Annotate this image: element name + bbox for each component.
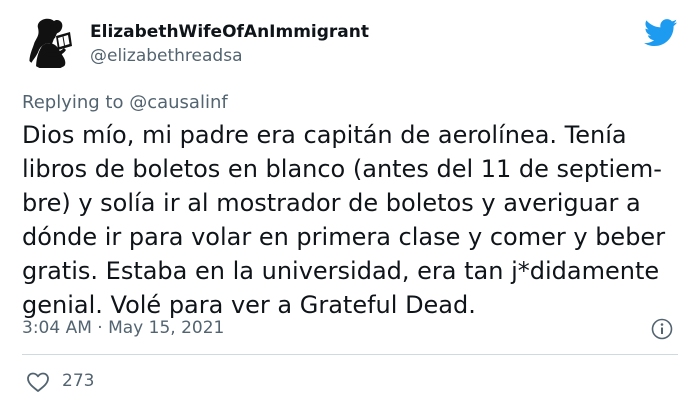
tweet-text: Dios mío, mi padre era capitán de aerolí… (22, 121, 666, 319)
user-handle[interactable]: @elizabethreadsa (90, 46, 243, 66)
like-count: 273 (62, 371, 95, 391)
reply-mention-link[interactable]: @causalinf (129, 92, 228, 113)
display-name[interactable]: ElizabethWifeOfAnImmigrant (90, 22, 369, 42)
info-icon[interactable] (651, 318, 673, 340)
tweet-timestamp[interactable]: 3:04 AM · May 15, 2021 (22, 318, 224, 338)
divider (22, 354, 678, 355)
reply-prefix: Replying to (22, 92, 124, 113)
reply-context: Replying to @causalinf (22, 92, 228, 113)
reader-silhouette-icon (29, 18, 72, 68)
avatar[interactable] (22, 14, 78, 70)
twitter-bird-icon[interactable] (644, 19, 678, 47)
heart-icon[interactable] (26, 371, 50, 393)
